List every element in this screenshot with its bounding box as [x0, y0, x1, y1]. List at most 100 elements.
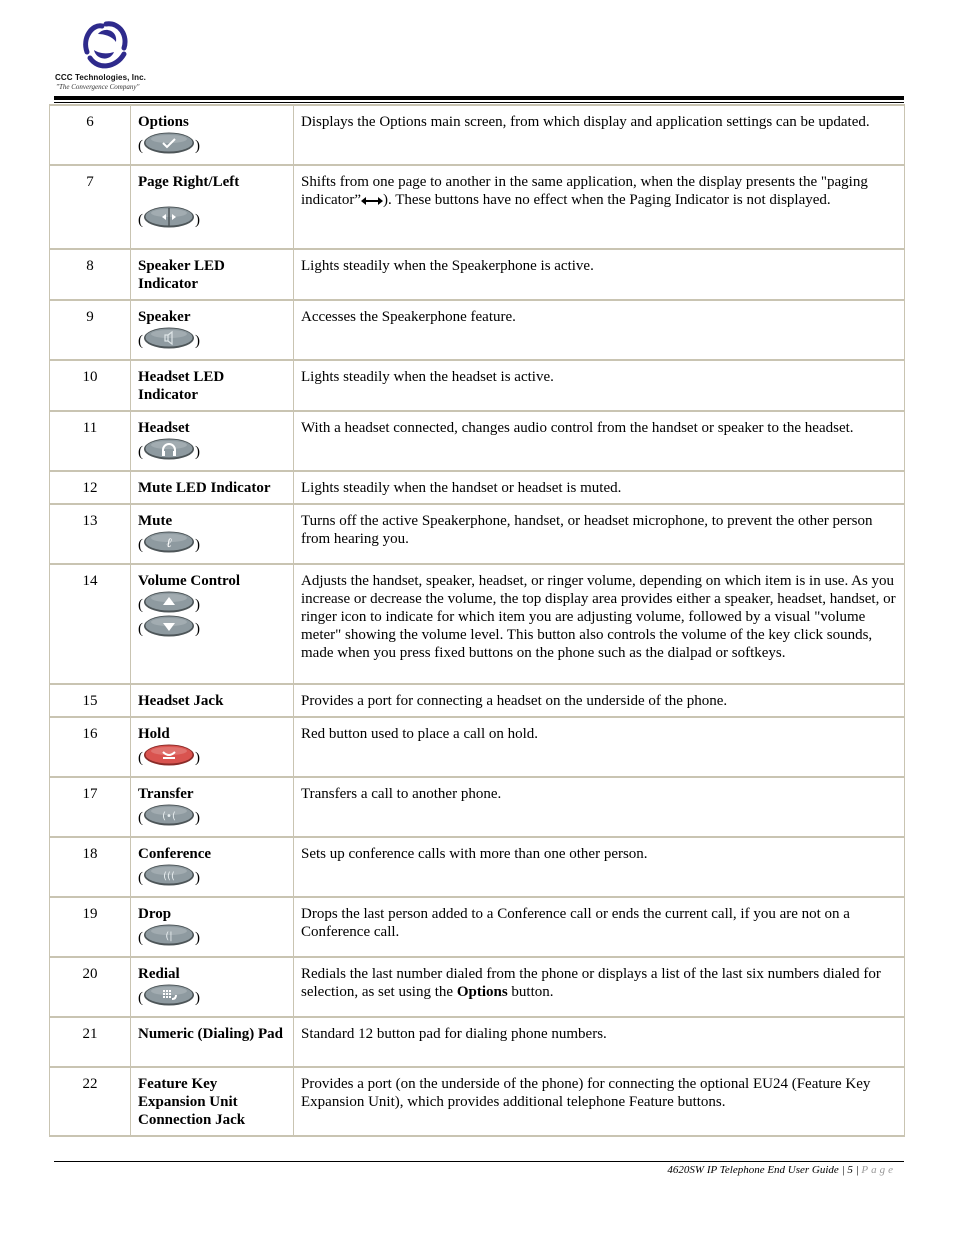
key-image: (): [138, 614, 286, 638]
table-row: 20 Redial() Redials the last number dialed…: [49, 956, 905, 1016]
volume-down-icon: [142, 614, 196, 638]
company-name: CCC Technologies, Inc.: [55, 73, 146, 82]
key-image: (ℓ): [138, 530, 286, 554]
footer-title: 4620SW IP Telephone End User Guide: [667, 1164, 839, 1176]
row-number: 18: [49, 836, 130, 896]
footer-separator: |: [855, 1164, 859, 1176]
page-left-right-icon: [142, 205, 196, 229]
description-cell: Turns off the active Speakerphone, hands…: [293, 503, 905, 563]
redial-icon: [142, 983, 196, 1007]
row-number: 20: [49, 956, 130, 1016]
volume-up-icon: [142, 590, 196, 614]
header-rule-thin: [54, 102, 904, 103]
description-cell: Red button used to place a call on hold.: [293, 716, 905, 776]
description-bold-text: Options: [456, 984, 508, 1000]
mute-icon: ℓ: [142, 530, 196, 554]
hold-icon: [142, 743, 196, 767]
paren-close: ): [195, 750, 200, 766]
table-row: 16 Hold() Red button used to place a call …: [49, 716, 905, 776]
key-image: (): [138, 205, 286, 229]
button-name: Numeric (Dialing) Pad: [138, 1026, 283, 1042]
drop-icon: (|: [142, 923, 196, 947]
row-number: 8: [49, 248, 130, 299]
button-name-cell: Transfer((•(): [130, 776, 293, 836]
row-number: 10: [49, 359, 130, 410]
row-number: 7: [49, 164, 130, 248]
table-row: 15 Headset Jack Provides a port for connec…: [49, 683, 905, 716]
button-name-cell: Headset LED Indicator: [130, 359, 293, 410]
button-name-cell: Page Right/Left (): [130, 164, 293, 248]
key-image: ((|): [138, 923, 286, 947]
description-cell: Lights steadily when the headset is acti…: [293, 359, 905, 410]
row-number: 6: [49, 104, 130, 164]
row-number: 12: [49, 470, 130, 503]
footer-rule: [54, 1161, 904, 1162]
description-cell: Accesses the Speakerphone feature.: [293, 299, 905, 359]
table-row: 19 Drop((|) Drops the last person added to…: [49, 896, 905, 956]
table-row: 17 Transfer((•() Transfers a call to anoth…: [49, 776, 905, 836]
table-row: 18 Conference(((() Sets up conference call…: [49, 836, 905, 896]
description-text: Redials the last number dialed from the …: [301, 966, 881, 1000]
table-row: 21 Numeric (Dialing) Pad Standard 12 butto…: [49, 1016, 905, 1066]
row-number: 15: [49, 683, 130, 716]
description-text: button.: [507, 984, 554, 1000]
key-image: (): [138, 326, 286, 350]
double-arrow-icon: [360, 192, 383, 208]
row-number: 11: [49, 410, 130, 470]
description-cell: Displays the Options main screen, from w…: [293, 104, 905, 164]
page-footer: 4620SW IP Telephone End User Guide | 5 |…: [667, 1164, 896, 1176]
key-image: ((((): [138, 863, 286, 887]
footer-separator: |: [841, 1164, 845, 1176]
table-row: 6 Options() Displays the Options main scre…: [49, 104, 905, 164]
button-name: Page Right/Left: [138, 174, 240, 190]
paren-close: ): [195, 444, 200, 460]
table-row: 13 Mute(ℓ) Turns off the active Speakerpho…: [49, 503, 905, 563]
button-name: Mute LED Indicator: [138, 480, 271, 496]
description-cell: Standard 12 button pad for dialing phone…: [293, 1016, 905, 1066]
table-row: 10 Headset LED Indicator Lights steadily w…: [49, 359, 905, 410]
description-cell: Lights steadily when the handset or head…: [293, 470, 905, 503]
description-cell: Shifts from one page to another in the s…: [293, 164, 905, 248]
button-name: Volume Control: [138, 573, 241, 589]
key-image: (): [138, 743, 286, 767]
button-name-cell: Feature Key Expansion Unit Connection Ja…: [130, 1066, 293, 1137]
svg-text:(•(: (•(: [162, 811, 176, 822]
company-logo: CCC Technologies, Inc. "The Convergence …: [54, 18, 164, 96]
description-cell: Provides a port for connecting a headset…: [293, 683, 905, 716]
table-row: 7 Page Right/Left () Shifts from one page t…: [49, 164, 905, 248]
description-cell: Sets up conference calls with more than …: [293, 836, 905, 896]
description-text: ). These buttons have no effect when the…: [382, 192, 831, 208]
paren-close: ): [195, 870, 200, 886]
svg-text:ℓ: ℓ: [166, 536, 172, 551]
description-cell: Adjusts the handset, speaker, headset, o…: [293, 563, 905, 683]
transfer-icon: (•(: [142, 803, 196, 827]
button-name-cell: Conference((((): [130, 836, 293, 896]
paren-close: ): [195, 810, 200, 826]
button-name-cell: Headset(): [130, 410, 293, 470]
table-row: 9 Speaker() Accesses the Speakerphone feat…: [49, 299, 905, 359]
paren-close: ): [195, 537, 200, 553]
description-cell: Lights steadily when the Speakerphone is…: [293, 248, 905, 299]
row-number: 17: [49, 776, 130, 836]
paren-close: ): [195, 621, 200, 637]
button-name-cell: Mute(ℓ): [130, 503, 293, 563]
check-icon: [142, 131, 196, 155]
description-cell: Provides a port (on the underside of the…: [293, 1066, 905, 1137]
button-name-cell: Volume Control()(): [130, 563, 293, 683]
button-name-cell: Hold(): [130, 716, 293, 776]
button-name-cell: Mute LED Indicator: [130, 470, 293, 503]
key-image: (): [138, 437, 286, 461]
button-name: Hold: [138, 726, 170, 742]
conference-icon: (((: [142, 863, 196, 887]
row-number: 9: [49, 299, 130, 359]
button-spec-table: 6 Options () Displays the Options main scre…: [49, 104, 905, 1137]
header-rule: [54, 96, 904, 100]
ccc-swirl-logo-icon: [83, 21, 128, 69]
row-number: 16: [49, 716, 130, 776]
button-name: Speaker: [138, 309, 191, 325]
button-name: Transfer: [138, 786, 194, 802]
description-cell: Redials the last number dialed from the …: [293, 956, 905, 1016]
description-cell: Drops the last person added to a Confere…: [293, 896, 905, 956]
button-name-cell: Drop((|): [130, 896, 293, 956]
button-name: Speaker LED Indicator: [138, 258, 225, 292]
